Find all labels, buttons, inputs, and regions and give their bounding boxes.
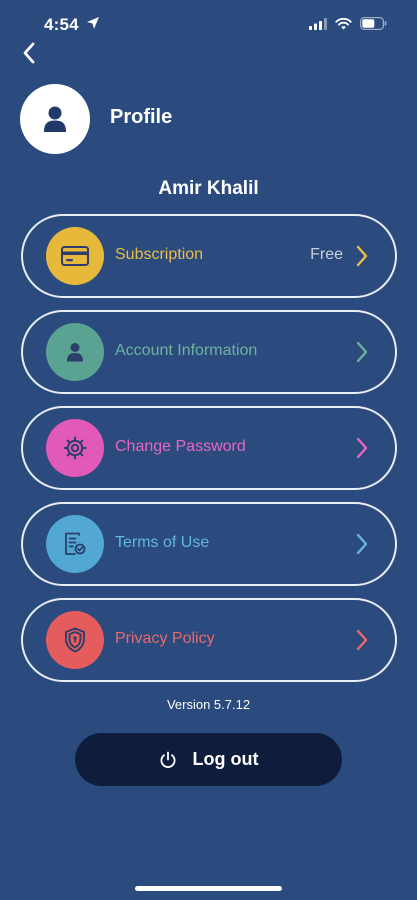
- logout-label: Log out: [192, 749, 259, 769]
- status-icons: [309, 17, 387, 30]
- user-icon: [44, 106, 66, 132]
- chevron-right-icon: [356, 533, 368, 555]
- status-time: 4:54: [44, 15, 79, 34]
- menu-item-change-password[interactable]: Change Password: [21, 406, 397, 490]
- menu-item-label: Terms of Use: [115, 534, 210, 551]
- user-icon: [67, 343, 83, 362]
- chevron-right-icon: [356, 245, 368, 267]
- account-icon-circle: [46, 323, 104, 381]
- subscription-plan-value: Free: [310, 246, 343, 263]
- chevron-left-icon: [23, 42, 35, 64]
- logout-button[interactable]: Log out: [75, 733, 342, 786]
- home-indicator[interactable]: [135, 886, 282, 891]
- status-bar: 4:54: [0, 0, 417, 50]
- signal-icon: [309, 17, 327, 30]
- terms-icon-circle: [46, 515, 104, 573]
- chevron-right-icon: [356, 629, 368, 651]
- avatar: [20, 84, 90, 154]
- chevron-right-icon: [356, 437, 368, 459]
- settings-menu: Subscription Free Account Information Ch…: [21, 214, 397, 694]
- menu-item-label: Privacy Policy: [115, 630, 215, 647]
- subscription-icon-circle: [46, 227, 104, 285]
- back-button[interactable]: [14, 38, 44, 68]
- password-icon-circle: [46, 419, 104, 477]
- privacy-icon-circle: [46, 611, 104, 669]
- chevron-right-icon: [356, 341, 368, 363]
- menu-item-account-information[interactable]: Account Information: [21, 310, 397, 394]
- wifi-icon: [335, 17, 352, 29]
- battery-icon: [360, 17, 387, 30]
- shield-icon: [65, 627, 85, 653]
- document-icon: [65, 532, 86, 555]
- credit-card-icon: [61, 246, 89, 266]
- menu-item-label: Account Information: [115, 342, 258, 359]
- user-name: Amir Khalil: [158, 178, 259, 199]
- menu-item-label: Change Password: [115, 438, 246, 455]
- menu-item-subscription[interactable]: Subscription Free: [21, 214, 397, 298]
- power-icon: [160, 751, 175, 768]
- menu-item-terms-of-use[interactable]: Terms of Use: [21, 502, 397, 586]
- app-version: Version 5.7.12: [166, 697, 251, 712]
- page-title: Profile: [110, 106, 173, 128]
- menu-item-privacy-policy[interactable]: Privacy Policy: [21, 598, 397, 682]
- location-arrow-icon: [87, 17, 99, 29]
- menu-item-label: Subscription: [115, 246, 204, 263]
- gear-icon: [63, 436, 87, 460]
